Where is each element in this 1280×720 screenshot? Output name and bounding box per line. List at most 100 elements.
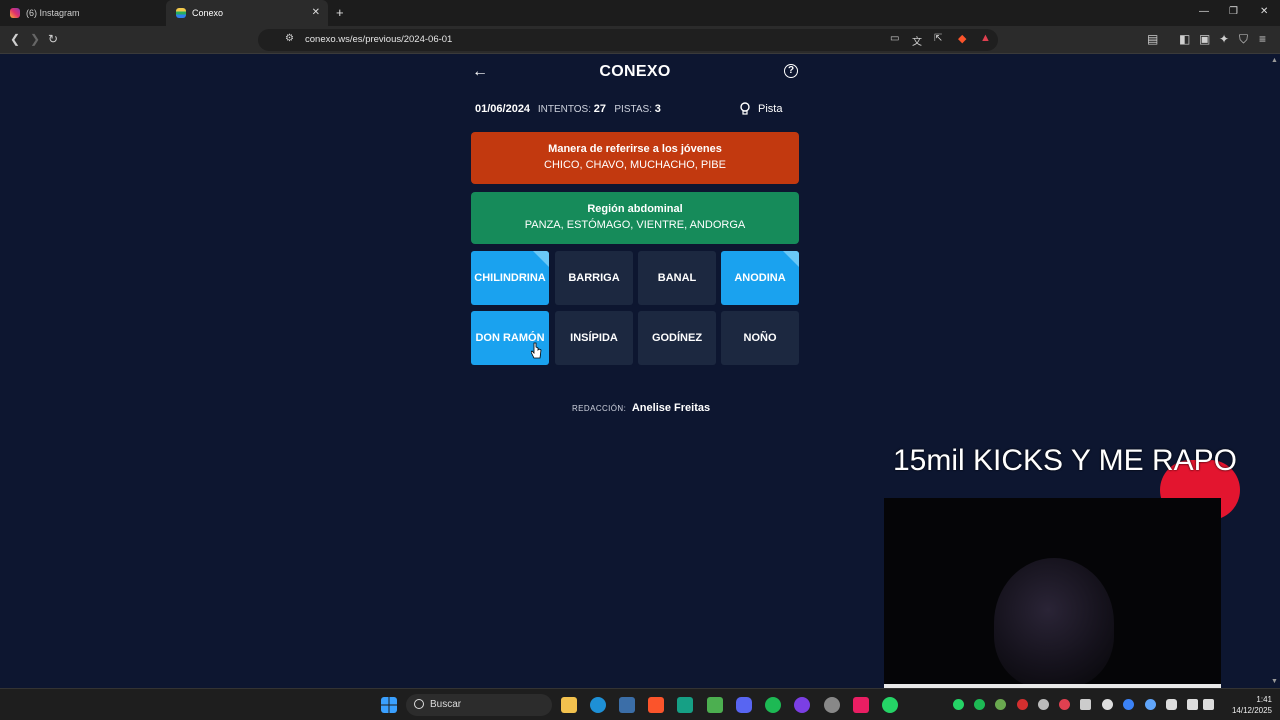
- close-window-icon[interactable]: ✕: [1260, 6, 1268, 17]
- page-title: CONEXO: [599, 63, 671, 80]
- app-icon[interactable]: [677, 697, 693, 713]
- search-icon: [414, 699, 424, 709]
- group-title: Región abdominal: [587, 203, 683, 215]
- whatsapp-icon[interactable]: [882, 697, 898, 713]
- group-words: PANZA, ESTÓMAGO, VIENTRE, ANDORGA: [524, 219, 746, 231]
- word-tile[interactable]: ANODINA: [721, 251, 799, 305]
- reader-icon[interactable]: ▤: [1147, 32, 1158, 46]
- share-icon[interactable]: ⇱: [934, 33, 942, 44]
- address-bar[interactable]: ⚙ conexo.ws/es/previous/2024-06-01 ▭ 文 ⇱…: [258, 29, 998, 51]
- microphone-icon[interactable]: [1166, 699, 1177, 710]
- browser-toolbar: ❮ ❯ ↻ ▯ ⚙ conexo.ws/es/previous/2024-06-…: [0, 26, 1280, 54]
- word-tile[interactable]: GODÍNEZ: [638, 311, 716, 365]
- word-tile[interactable]: INSÍPIDA: [555, 311, 633, 365]
- tab-title: Conexo: [192, 8, 224, 18]
- onedrive-tray-icon[interactable]: [1145, 699, 1156, 710]
- scroll-up-icon[interactable]: ▲: [1271, 57, 1278, 64]
- tile-word: BARRIGA: [568, 272, 620, 284]
- word-tile[interactable]: CHILINDRINA: [471, 251, 549, 305]
- taskbar-clock[interactable]: 1:41 14/12/2025: [1222, 694, 1272, 716]
- keyboard-tray-icon[interactable]: [1080, 699, 1091, 710]
- discord-icon[interactable]: [736, 697, 752, 713]
- clock-time: 1:41: [1256, 695, 1272, 704]
- edge-icon[interactable]: [590, 697, 606, 713]
- hint-button[interactable]: Pista: [740, 102, 782, 116]
- hint-marker: [783, 251, 799, 267]
- word-tile[interactable]: BANAL: [638, 251, 716, 305]
- app-tray-icon-4[interactable]: [1123, 699, 1134, 710]
- cast-icon[interactable]: ▭: [890, 33, 899, 44]
- minecraft-icon[interactable]: [707, 697, 723, 713]
- clock-date: 14/12/2025: [1231, 706, 1272, 715]
- tab-instagram[interactable]: (6) Instagram: [0, 0, 165, 26]
- credits-name: Anelise Freitas: [631, 402, 711, 414]
- brave-rewards-icon[interactable]: ▲: [980, 32, 991, 44]
- brave-shields-icon[interactable]: ◆: [958, 32, 966, 45]
- url-text[interactable]: conexo.ws/es/previous/2024-06-01: [305, 34, 452, 45]
- search-placeholder: Buscar: [430, 699, 462, 710]
- network-icon[interactable]: [1187, 699, 1198, 710]
- spotify-icon[interactable]: [765, 697, 781, 713]
- word-tile[interactable]: BARRIGA: [555, 251, 633, 305]
- credits: REDACCIÓN: Anelise Freitas: [572, 402, 710, 414]
- leo-icon[interactable]: ✦: [1219, 32, 1229, 46]
- back-icon[interactable]: ❮: [10, 32, 20, 46]
- browser-tab-strip: (6) Instagram Conexo ✕ + — ❐ ✕: [0, 0, 1280, 26]
- credits-label: REDACCIÓN:: [572, 404, 627, 413]
- tile-word: ANODINA: [734, 272, 786, 284]
- app-tray-icon-3[interactable]: [1059, 699, 1070, 710]
- tile-word: BANAL: [657, 272, 697, 284]
- help-icon[interactable]: ?: [784, 64, 798, 78]
- hints-count: 3: [654, 103, 661, 115]
- taskbar-search[interactable]: Buscar: [406, 694, 552, 716]
- app-icon-2[interactable]: [794, 697, 810, 713]
- page-scrollbar[interactable]: ▲ ▼: [1270, 55, 1280, 687]
- nvidia-tray-icon[interactable]: [995, 699, 1006, 710]
- tiktok-icon[interactable]: [853, 697, 869, 713]
- tile-word: CHILINDRINA: [474, 272, 546, 284]
- back-arrow-icon[interactable]: ←: [472, 63, 488, 81]
- minimize-icon[interactable]: —: [1199, 6, 1209, 17]
- solved-group-2: Región abdominal PANZA, ESTÓMAGO, VIENTR…: [471, 192, 799, 244]
- hint-label: Pista: [758, 103, 783, 115]
- wallet-icon[interactable]: ▣: [1199, 32, 1210, 46]
- tile-word: INSÍPIDA: [570, 332, 618, 344]
- bluetooth-tray-icon[interactable]: [1102, 699, 1113, 710]
- translate-icon[interactable]: 文: [912, 33, 922, 48]
- hints-label: PISTAS:: [614, 104, 652, 115]
- tab-conexo[interactable]: Conexo ✕: [166, 0, 328, 26]
- mouse-cursor-icon: [531, 342, 542, 359]
- sidebar-icon[interactable]: ◧: [1179, 32, 1190, 46]
- scroll-down-icon[interactable]: ▼: [1271, 678, 1278, 685]
- conexo-favicon: [176, 8, 186, 18]
- menu-icon[interactable]: ≡: [1259, 32, 1266, 46]
- store-icon[interactable]: [619, 697, 635, 713]
- instagram-icon: [10, 8, 20, 18]
- webcam-feed: [884, 498, 1221, 688]
- volume-icon[interactable]: [1203, 699, 1214, 710]
- game-stats: 01/06/2024 INTENTOS: 27 PISTAS: 3: [475, 103, 661, 115]
- restore-icon[interactable]: ❐: [1229, 6, 1238, 17]
- reload-icon[interactable]: ↻: [48, 32, 58, 46]
- app-tray-icon-2[interactable]: [1038, 699, 1049, 710]
- whatsapp-tray-icon[interactable]: [953, 699, 964, 710]
- word-tile[interactable]: NOÑO: [721, 311, 799, 365]
- tile-word: GODÍNEZ: [651, 332, 703, 344]
- group-title: Manera de referirse a los jóvenes: [548, 143, 722, 155]
- game-date: 01/06/2024: [475, 103, 531, 115]
- forward-icon[interactable]: ❯: [30, 32, 40, 46]
- lightbulb-icon: [740, 102, 750, 115]
- close-tab-icon[interactable]: ✕: [312, 7, 320, 18]
- file-explorer-icon[interactable]: [561, 697, 577, 713]
- new-tab-button[interactable]: +: [336, 5, 344, 20]
- vpn-icon[interactable]: ⛉: [1239, 32, 1248, 47]
- app-tray-icon[interactable]: [1017, 699, 1028, 710]
- brave-icon[interactable]: [648, 697, 664, 713]
- hint-marker: [533, 251, 549, 267]
- site-info-icon[interactable]: ⚙: [285, 33, 294, 44]
- solved-group-1: Manera de referirse a los jóvenes CHICO,…: [471, 132, 799, 184]
- attempts-count: 27: [593, 103, 607, 115]
- spotify-tray-icon[interactable]: [974, 699, 985, 710]
- obs-icon[interactable]: [824, 697, 840, 713]
- windows-start-icon[interactable]: [381, 697, 397, 713]
